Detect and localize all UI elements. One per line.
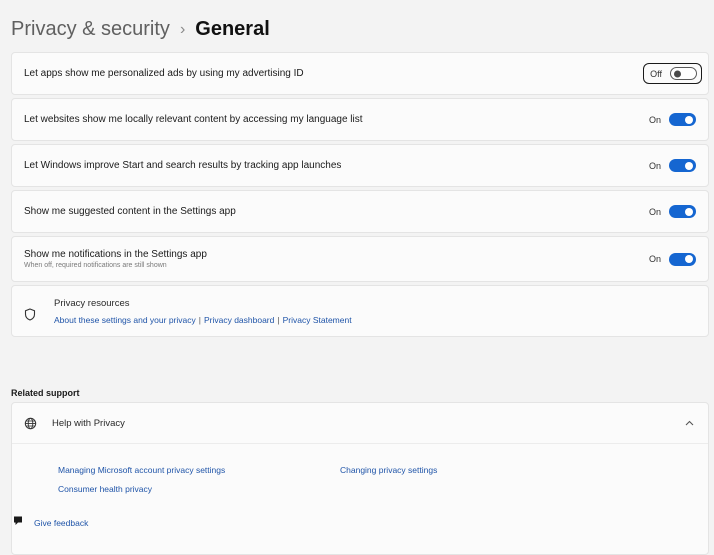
toggle-switch-notifications[interactable] — [669, 252, 696, 266]
settings-list: Let apps show me personalized ads by usi… — [11, 52, 709, 555]
feedback-icon — [12, 514, 24, 532]
toggle-switch-language-list[interactable] — [669, 113, 696, 126]
toggle-control[interactable]: On — [649, 159, 696, 172]
toggle-state-label: On — [648, 206, 661, 217]
help-with-privacy-title: Help with Privacy — [52, 417, 125, 429]
give-feedback-link[interactable]: Give feedback — [12, 514, 88, 532]
setting-row-notifications[interactable]: Show me notifications in the Settings ap… — [11, 236, 709, 282]
breadcrumb-separator: › — [179, 20, 186, 38]
link-privacy-statement[interactable]: Privacy Statement — [283, 315, 352, 325]
link-about-settings[interactable]: About these settings and your privacy — [54, 315, 196, 325]
setting-label: Let apps show me personalized ads by usi… — [24, 68, 304, 79]
privacy-resources-title: Privacy resources — [54, 297, 130, 309]
setting-row-app-launches[interactable]: Let Windows improve Start and search res… — [11, 144, 709, 187]
setting-row-language-list[interactable]: Let websites show me locally relevant co… — [11, 98, 709, 141]
privacy-resources-card: Privacy resources About these settings a… — [11, 285, 709, 337]
setting-description: When off, required notifications are sti… — [24, 262, 167, 269]
setting-label: Let Windows improve Start and search res… — [24, 160, 342, 171]
privacy-resources-links: About these settings and your privacy | … — [54, 315, 352, 325]
page-title: General — [195, 17, 270, 40]
link-managing-account-privacy[interactable]: Managing Microsoft account privacy setti… — [58, 465, 225, 475]
toggle-control[interactable]: On — [649, 205, 696, 218]
link-divider: | — [277, 314, 280, 325]
toggle-switch-advertising-id[interactable] — [670, 67, 697, 80]
related-support-heading: Related support — [11, 388, 80, 398]
link-consumer-health-privacy[interactable]: Consumer health privacy — [58, 484, 152, 494]
setting-row-suggested-content[interactable]: Show me suggested content in the Setting… — [11, 190, 709, 233]
setting-label: Show me notifications in the Settings ap… — [24, 249, 207, 260]
help-with-privacy-header[interactable]: Help with Privacy — [12, 403, 708, 444]
toggle-control[interactable]: On — [648, 252, 696, 266]
toggle-state-label: On — [648, 254, 661, 264]
toggle-control[interactable]: Off — [643, 63, 702, 84]
toggle-switch-suggested-content[interactable] — [669, 205, 696, 218]
give-feedback-label: Give feedback — [34, 518, 89, 528]
toggle-state-label: Off — [650, 68, 662, 79]
setting-label: Let websites show me locally relevant co… — [24, 114, 363, 125]
link-privacy-dashboard[interactable]: Privacy dashboard — [204, 315, 274, 325]
globe-help-icon — [24, 417, 48, 430]
toggle-state-label: On — [648, 114, 661, 125]
link-divider: | — [198, 314, 201, 325]
help-with-privacy-card: Help with Privacy Managing Microsoft acc… — [11, 402, 709, 555]
breadcrumb: Privacy & security › General — [11, 12, 270, 46]
link-changing-privacy-settings[interactable]: Changing privacy settings — [340, 465, 437, 475]
toggle-control[interactable]: On — [649, 113, 696, 126]
chevron-up-icon[interactable] — [682, 420, 696, 426]
setting-label: Show me suggested content in the Setting… — [24, 206, 236, 217]
shield-icon — [24, 307, 50, 321]
breadcrumb-parent[interactable]: Privacy & security — [11, 18, 170, 41]
toggle-state-label: On — [648, 160, 661, 171]
toggle-switch-app-launches[interactable] — [669, 159, 696, 172]
setting-row-advertising-id[interactable]: Let apps show me personalized ads by usi… — [11, 52, 709, 95]
